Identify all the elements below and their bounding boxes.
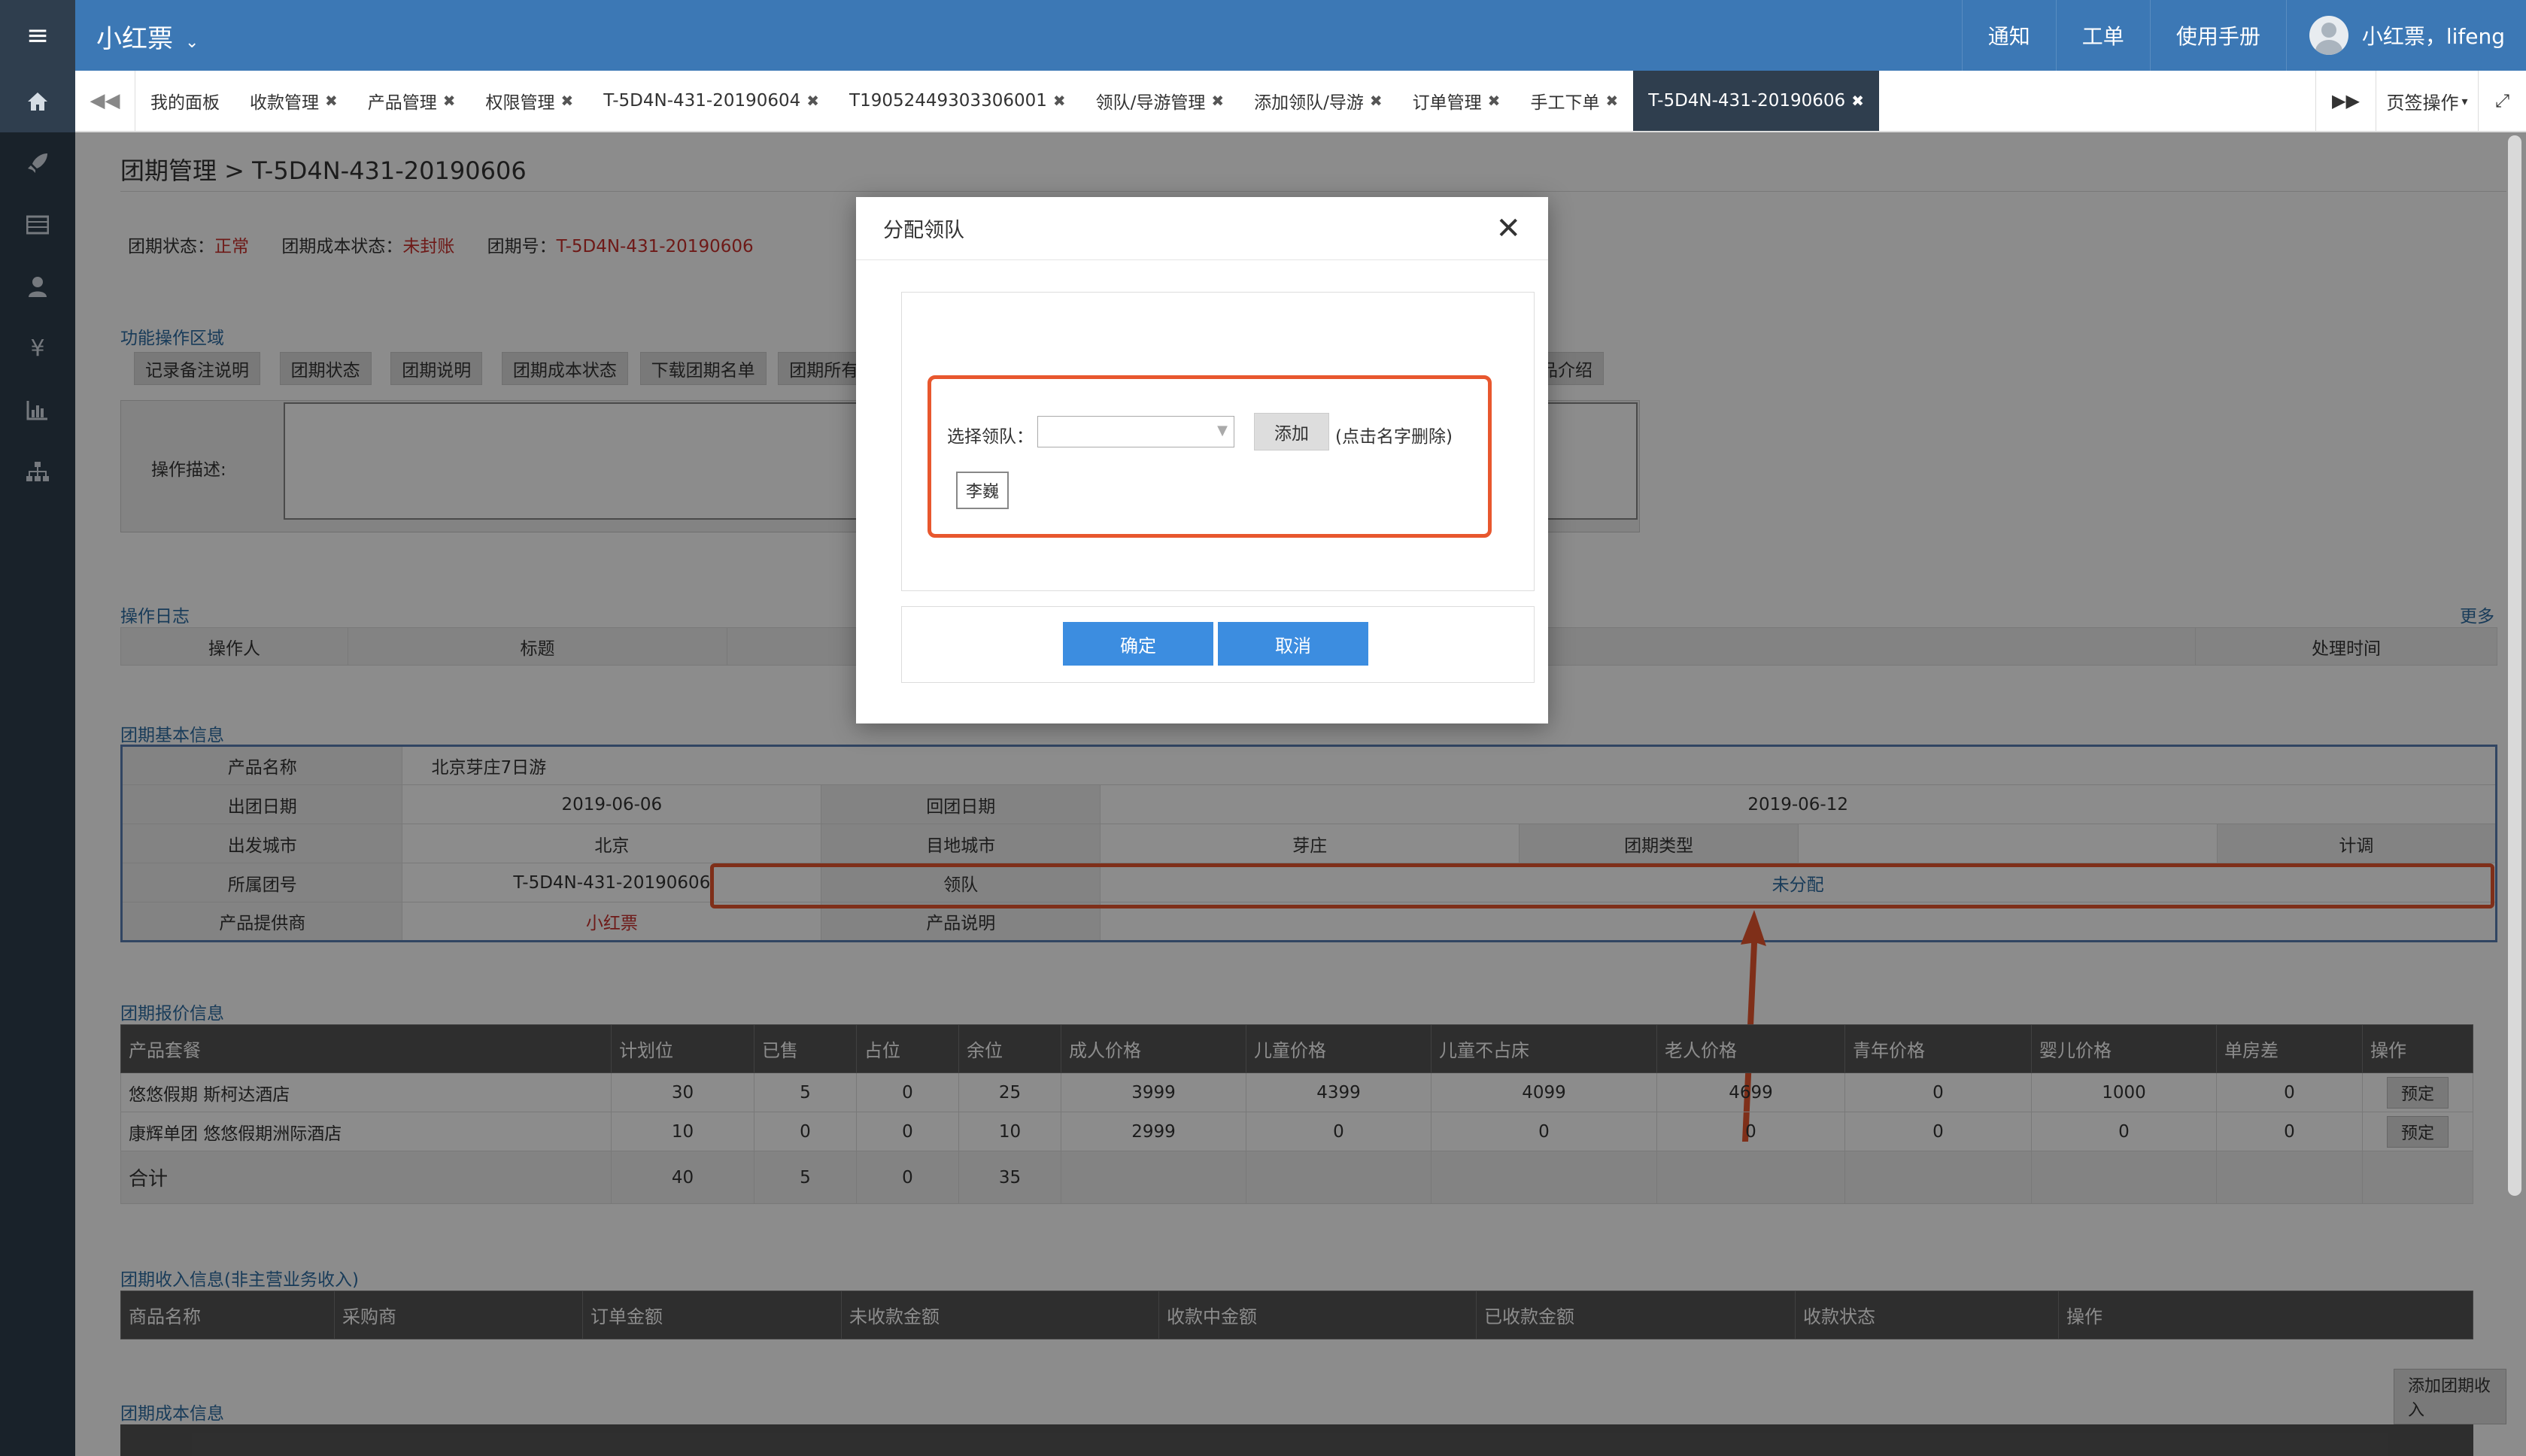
tab-list: 我的面板 收款管理 ✖ 产品管理 ✖ 权限管理 ✖ T-5D4N-431-20190604 ✖ T… — [135, 71, 2315, 131]
tab-item[interactable]: 领队/导游管理 ✖ — [1081, 71, 1240, 131]
tab-label: T-5D4N-431-20190606 — [1648, 91, 1846, 111]
tab-label: 权限管理 — [485, 93, 555, 113]
tab-label: 领队/导游管理 — [1095, 93, 1206, 113]
tab-item[interactable]: 产品管理 ✖ — [353, 71, 471, 131]
close-icon[interactable]: ✕ — [1495, 211, 1521, 246]
tab-scroll-left-icon[interactable]: ◀◀ — [75, 71, 135, 131]
modal-footer: 确定 取消 — [901, 606, 1535, 683]
select-highlight-box — [928, 375, 1492, 538]
tab-item[interactable]: T-5D4N-431-20190606 ✖ — [1633, 71, 1879, 131]
tab-item[interactable]: 权限管理 ✖ — [471, 71, 589, 131]
page-scrollbar[interactable] — [2508, 135, 2521, 1196]
chevron-down-icon: ⌄ — [185, 33, 199, 52]
tab-close-icon[interactable]: ✖ — [1851, 92, 1864, 110]
tab-item[interactable]: 添加领队/导游 ✖ — [1239, 71, 1398, 131]
tab-close-icon[interactable]: ✖ — [1211, 92, 1224, 110]
cancel-button[interactable]: 取消 — [1218, 622, 1368, 666]
tab-label: 产品管理 — [367, 93, 437, 113]
tab-label: 订单管理 — [1412, 93, 1482, 113]
delete-hint: (点击名字删除) — [1335, 427, 1453, 447]
top-bar: ≡ 小红票 ⌄ 通知 工单 使用手册 小红票，lifeng — [0, 0, 2526, 71]
confirm-button[interactable]: 确定 — [1063, 622, 1213, 666]
fullscreen-icon[interactable]: ⤢ — [2478, 71, 2526, 131]
tab-ops-label: 页签操作 — [2386, 92, 2459, 114]
modal-body: 选择领队： ▼ 添加 (点击名字删除) 李巍 — [901, 292, 1535, 591]
app-title-text: 小红票 — [96, 24, 173, 54]
tab-scroll-right-icon[interactable]: ▶▶ — [2315, 71, 2376, 131]
selected-leader-tag[interactable]: 李巍 — [956, 472, 1009, 509]
modal-header: 分配领队 ✕ — [856, 197, 1548, 260]
tab-item[interactable]: 收款管理 ✖ — [235, 71, 353, 131]
hamburger-menu-icon[interactable]: ≡ — [0, 0, 75, 71]
user-name: 小红票，lifeng — [2361, 24, 2505, 49]
tab-close-icon[interactable]: ✖ — [1488, 92, 1501, 110]
tab-close-icon[interactable]: ✖ — [325, 92, 338, 110]
caret-down-icon: ▾ — [2461, 93, 2468, 108]
tab-close-icon[interactable]: ✖ — [443, 92, 456, 110]
leader-select[interactable]: ▼ — [1037, 416, 1234, 447]
tab-close-icon[interactable]: ✖ — [1370, 92, 1383, 110]
tab-item[interactable]: 手工下单 ✖ — [1515, 71, 1633, 131]
tab-label: 收款管理 — [250, 93, 319, 113]
tab-label: 手工下单 — [1530, 93, 1600, 113]
chevron-down-icon: ▼ — [1217, 423, 1228, 438]
notice-link[interactable]: 通知 — [1961, 0, 2056, 71]
tab-item[interactable]: 我的面板 — [135, 71, 235, 131]
user-menu[interactable]: 小红票，lifeng — [2285, 0, 2526, 71]
manual-link[interactable]: 使用手册 — [2149, 0, 2286, 71]
select-leader-label: 选择领队： — [947, 427, 1034, 447]
tab-label: 添加领队/导游 — [1254, 93, 1364, 113]
tab-item[interactable]: 订单管理 ✖ — [1398, 71, 1516, 131]
tab-item[interactable]: T-5D4N-431-20190604 ✖ — [588, 71, 834, 131]
assign-leader-modal: 分配领队 ✕ 选择领队： ▼ 添加 (点击名字删除) 李巍 确定 取消 — [856, 197, 1548, 723]
modal-title: 分配领队 — [883, 219, 964, 242]
tab-close-icon[interactable]: ✖ — [561, 92, 574, 110]
tab-label: T19052449303306001 — [849, 91, 1047, 111]
tab-close-icon[interactable]: ✖ — [1605, 92, 1618, 110]
tab-label: 我的面板 — [150, 93, 220, 113]
tab-close-icon[interactable]: ✖ — [806, 92, 819, 110]
tab-ops-dropdown[interactable]: 页签操作 ▾ — [2376, 71, 2478, 131]
app-title[interactable]: 小红票 ⌄ — [96, 18, 199, 55]
tab-item[interactable]: T19052449303306001 ✖ — [834, 71, 1081, 131]
tab-close-icon[interactable]: ✖ — [1053, 92, 1066, 110]
tab-bar: ◀◀ 我的面板 收款管理 ✖ 产品管理 ✖ 权限管理 ✖ T-5D4N-431-2019060… — [75, 71, 2526, 132]
avatar — [2309, 16, 2348, 55]
add-leader-button[interactable]: 添加 — [1254, 413, 1329, 450]
tab-label: T-5D4N-431-20190604 — [603, 91, 801, 111]
ticket-link[interactable]: 工单 — [2055, 0, 2150, 71]
home-icon[interactable] — [0, 71, 75, 132]
